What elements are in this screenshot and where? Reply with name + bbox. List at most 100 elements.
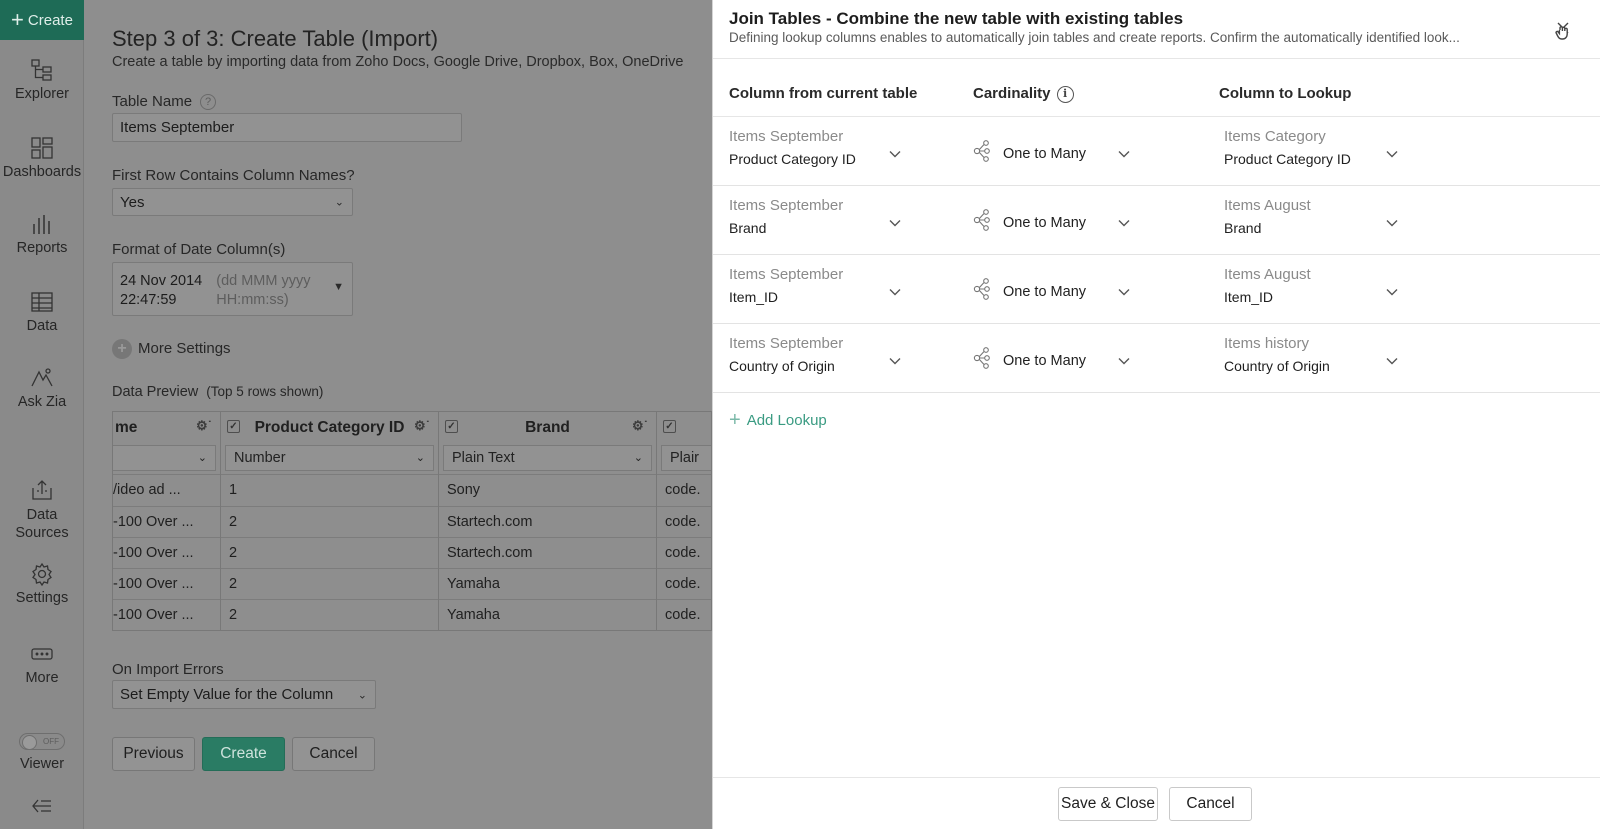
column-checkbox[interactable]: ✓	[663, 420, 676, 433]
chevron-down-icon[interactable]	[889, 214, 901, 227]
source-column-select[interactable]: Items September Item_ID	[729, 266, 843, 305]
caret-down-icon: ▼	[333, 281, 344, 293]
column-checkbox[interactable]: ✓	[445, 420, 458, 433]
cardinality-select[interactable]: One to Many	[973, 208, 1086, 237]
nav-item-dashboards[interactable]: Dashboards	[0, 136, 84, 180]
nav-item-ask-zia[interactable]: Ask Zia	[0, 366, 84, 410]
grid-cell: Startech.com	[439, 537, 656, 568]
chevron-down-icon[interactable]	[889, 145, 901, 158]
grid-cell: Sony	[439, 474, 656, 505]
source-column-select[interactable]: Items September Product Category ID	[729, 128, 856, 167]
grid-cell: 2	[221, 506, 438, 537]
nav-item-viewer[interactable]: OFF Viewer	[0, 732, 84, 772]
preview-column-brand: ✓ Brand ⚙˙ Plain Text ⌄ Sony Startech.com S…	[439, 412, 657, 630]
lookup-column-select[interactable]: Items August Item_ID	[1224, 266, 1311, 305]
date-format-select[interactable]: 24 Nov 2014 22:47:59 (dd MMM yyyy HH:mm:…	[112, 262, 353, 316]
chevron-down-icon: ⌄	[334, 196, 344, 209]
help-icon[interactable]: ?	[200, 94, 217, 111]
column-checkbox[interactable]: ✓	[227, 420, 240, 433]
collapse-icon	[32, 799, 51, 813]
grid-cell: -100 Over ...	[113, 537, 220, 568]
first-row-label: First Row Contains Column Names?	[112, 167, 355, 184]
collapse-nav[interactable]	[0, 798, 84, 818]
gear-icon[interactable]: ⚙˙	[196, 418, 212, 434]
import-errors-select[interactable]: Set Empty Value for the Column ⌄	[112, 680, 376, 709]
data-preview-label: Data Preview (Top 5 rows shown)	[112, 384, 324, 400]
grid-cell: 2	[221, 599, 438, 630]
column-type-select[interactable]: Plain Text ⌄	[443, 445, 652, 471]
nav-item-more[interactable]: More	[0, 642, 84, 686]
table-name-input[interactable]: Items September	[112, 113, 462, 142]
relationship-icon	[973, 139, 991, 168]
save-close-button[interactable]: Save & Close	[1058, 787, 1158, 821]
lookup-column-select[interactable]: Items Category Product Category ID	[1224, 128, 1351, 167]
lookup-column-select[interactable]: Items August Brand	[1224, 197, 1311, 236]
more-settings-link[interactable]: + More Settings	[112, 339, 231, 359]
lookup-column-select[interactable]: Items history Country of Origin	[1224, 335, 1330, 374]
nav-item-explorer[interactable]: Explorer	[0, 58, 84, 102]
grid-cell: code.	[657, 506, 711, 537]
chevron-down-icon[interactable]	[1386, 283, 1398, 296]
relationship-icon	[973, 208, 991, 237]
preview-column-product-category-id: ✓ Product Category ID ⚙˙ Number ⌄ 1 2 2 2 2	[221, 412, 439, 630]
viewer-toggle[interactable]: OFF	[19, 733, 65, 750]
grid-cell: code.	[657, 537, 711, 568]
chevron-down-icon[interactable]	[1386, 214, 1398, 227]
data-sources-icon	[32, 480, 52, 500]
close-icon[interactable]	[1550, 18, 1576, 44]
create-button[interactable]: + Create	[0, 0, 84, 40]
grid-cell: Yamaha	[439, 599, 656, 630]
info-icon[interactable]: i	[1056, 85, 1074, 103]
more-icon	[31, 648, 53, 660]
chevron-down-icon[interactable]	[889, 283, 901, 296]
nav-item-data[interactable]: Data	[0, 290, 84, 334]
gear-icon[interactable]: ⚙˙	[632, 418, 648, 434]
join-tables-panel: Join Tables - Combine the new table with…	[712, 0, 1600, 829]
first-row-select[interactable]: Yes ⌄	[112, 188, 353, 216]
cardinality-select[interactable]: One to Many	[973, 139, 1086, 168]
nav-item-settings[interactable]: Settings	[0, 562, 84, 606]
add-lookup-link[interactable]: + Add Lookup	[729, 410, 827, 430]
column-header-lookup: Column to Lookup	[1219, 85, 1352, 102]
chevron-down-icon[interactable]	[1118, 214, 1130, 227]
nav-item-data-sources[interactable]: Data Sources	[0, 478, 84, 542]
grid-cell: -100 Over ...	[113, 599, 220, 630]
import-errors-label: On Import Errors	[112, 661, 224, 678]
chevron-down-icon[interactable]	[1386, 352, 1398, 365]
date-format-label: Format of Date Column(s)	[112, 241, 286, 258]
chevron-down-icon[interactable]	[1118, 352, 1130, 365]
cardinality-select[interactable]: One to Many	[973, 277, 1086, 306]
column-type-select[interactable]: ⌄	[113, 445, 216, 471]
explorer-icon	[31, 59, 52, 81]
previous-button[interactable]: Previous	[112, 737, 195, 771]
gear-icon[interactable]: ⚙˙	[414, 418, 430, 434]
chevron-down-icon: ⌄	[415, 452, 425, 464]
dashboards-icon	[31, 137, 53, 159]
table-name-label: Table Name?	[112, 93, 217, 111]
nav-item-reports[interactable]: Reports	[0, 212, 84, 256]
chevron-down-icon[interactable]	[1386, 145, 1398, 158]
source-column-select[interactable]: Items September Country of Origin	[729, 335, 843, 374]
cardinality-select[interactable]: One to Many	[973, 346, 1086, 375]
grid-cell: -100 Over ...	[113, 506, 220, 537]
plus-icon: +	[729, 409, 741, 431]
page-title: Step 3 of 3: Create Table (Import)	[112, 26, 439, 51]
divider	[713, 777, 1600, 778]
cancel-import-button[interactable]: Cancel	[292, 737, 375, 771]
cancel-button[interactable]: Cancel	[1169, 787, 1252, 821]
lookup-row: Items September Country of Origin One to M…	[713, 324, 1600, 393]
column-type-select[interactable]: Plair	[661, 445, 711, 471]
chevron-down-icon[interactable]	[1118, 145, 1130, 158]
preview-column: me ⚙˙ ⌄ /ideo ad ... -100 Over ... -100 O…	[113, 412, 221, 630]
data-preview-grid: me ⚙˙ ⌄ /ideo ad ... -100 Over ... -100 O…	[112, 411, 712, 631]
source-column-select[interactable]: Items September Brand	[729, 197, 843, 236]
create-table-button[interactable]: Create	[202, 737, 285, 771]
column-type-select[interactable]: Number ⌄	[225, 445, 434, 471]
grid-cell: 2	[221, 537, 438, 568]
reports-icon	[33, 215, 50, 234]
chevron-down-icon[interactable]	[889, 352, 901, 365]
grid-cell: -100 Over ...	[113, 568, 220, 599]
data-icon	[31, 292, 53, 312]
grid-cell: 1	[221, 474, 438, 505]
chevron-down-icon[interactable]	[1118, 283, 1130, 296]
